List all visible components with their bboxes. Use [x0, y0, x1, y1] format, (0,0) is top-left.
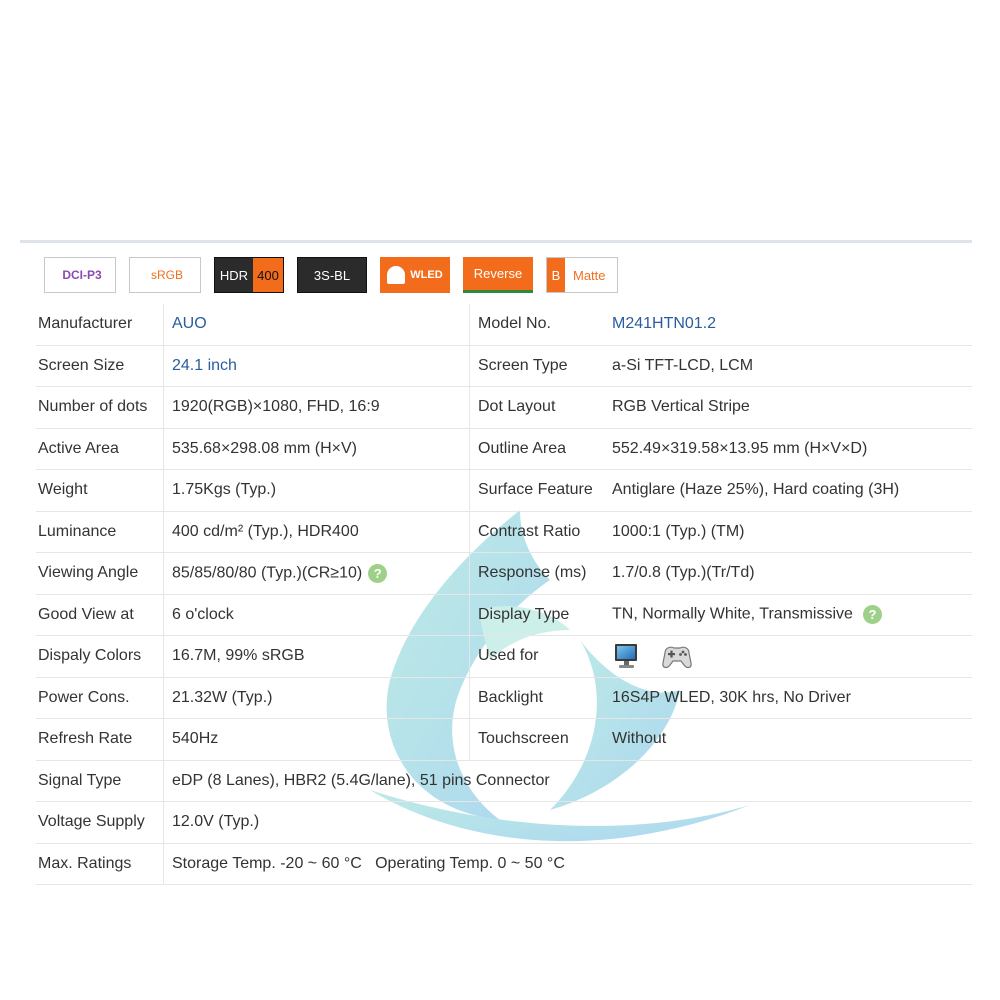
table-row: Viewing Angle 85/85/80/80 (Typ.)(CR≥10)?…	[36, 552, 972, 595]
spec-label: Refresh Rate	[36, 718, 164, 761]
dci-p3-badge: DCI-P3	[44, 257, 116, 293]
manufacturer-link[interactable]: AUO	[163, 304, 470, 346]
srgb-label: sRGB	[150, 268, 183, 282]
dci-p3-label: DCI-P3	[62, 268, 102, 282]
spec-value: 400 cd/m² (Typ.), HDR400	[163, 511, 470, 553]
spec-label: Model No.	[469, 304, 604, 346]
table-row: Luminance 400 cd/m² (Typ.), HDR400 Contr…	[36, 511, 972, 553]
table-row: Weight 1.75Kgs (Typ.) Surface Feature An…	[36, 469, 972, 512]
spec-label: Voltage Supply	[36, 801, 164, 844]
spec-label: Screen Size	[36, 345, 164, 387]
hdr-400-label: 400	[253, 258, 283, 292]
spec-value: 21.32W (Typ.)	[163, 677, 470, 719]
table-row: Dispaly Colors 16.7M, 99% sRGB Used for	[36, 635, 972, 678]
table-row: Active Area 535.68×298.08 mm (H×V) Outli…	[36, 428, 972, 470]
reverse-badge: Reverse	[463, 257, 533, 293]
spec-label: Dot Layout	[469, 386, 604, 429]
matte-badge: B Matte	[546, 257, 618, 293]
table-row: Max. Ratings Storage Temp. -20 ~ 60 °C O…	[36, 843, 972, 885]
spec-label: Max. Ratings	[36, 843, 164, 885]
spec-label: Response (ms)	[469, 552, 604, 595]
spec-label: Screen Type	[469, 345, 604, 387]
spec-value: 1.75Kgs (Typ.)	[163, 469, 470, 512]
spec-label: Luminance	[36, 511, 164, 553]
spec-label: Active Area	[36, 428, 164, 470]
hdr-label: HDR	[219, 267, 249, 283]
spec-value: 12.0V (Typ.)	[163, 801, 972, 844]
table-row: Screen Size 24.1 inch Screen Type a-Si T…	[36, 345, 972, 387]
spec-label: Touchscreen	[469, 718, 604, 761]
spec-label: Good View at	[36, 594, 164, 636]
hdr-400-badge: HDR 400	[214, 257, 284, 293]
reverse-label: Reverse	[473, 266, 523, 281]
spec-label: Backlight	[469, 677, 604, 719]
spec-label: Dispaly Colors	[36, 635, 164, 678]
spec-value: 16S4P WLED, 30K hrs, No Driver	[604, 677, 972, 719]
table-row: Power Cons. 21.32W (Typ.) Backlight 16S4…	[36, 677, 972, 719]
spec-label: Weight	[36, 469, 164, 512]
led-icon	[387, 266, 406, 284]
spec-value: Antiglare (Haze 25%), Hard coating (3H)	[604, 469, 972, 512]
spec-value: TN, Normally White, Transmissive	[612, 605, 853, 623]
spec-value: 16.7M, 99% sRGB	[163, 635, 470, 678]
matte-label: Matte	[573, 267, 606, 283]
table-row: Good View at 6 o'clock Display Type TN, …	[36, 594, 972, 636]
spec-label: Number of dots	[36, 386, 164, 429]
spec-card: DCI-P3 sRGB HDR 400 3S-BL WLED Reverse B…	[20, 240, 972, 890]
wled-label: WLED	[410, 269, 443, 281]
top-divider	[20, 240, 972, 243]
spec-value: 540Hz	[163, 718, 470, 761]
spec-value: 535.68×298.08 mm (H×V)	[163, 428, 470, 470]
spec-label: Display Type	[469, 594, 604, 636]
spec-label: Contrast Ratio	[469, 511, 604, 553]
monitor-icon	[615, 644, 637, 669]
spec-value: 552.49×319.58×13.95 mm (H×V×D)	[604, 428, 972, 470]
spec-label: Signal Type	[36, 760, 164, 802]
srgb-badge: sRGB	[129, 257, 201, 293]
matte-icon-letter: B	[547, 258, 565, 292]
3s-bl-badge: 3S-BL	[297, 257, 367, 293]
spec-value: 85/85/80/80 (Typ.)(CR≥10)	[172, 564, 363, 582]
spec-value: 1000:1 (Typ.) (TM)	[604, 511, 972, 553]
spec-label: Surface Feature	[469, 469, 604, 512]
spec-table: Manufacturer AUO Model No. M241HTN01.2 S…	[36, 304, 972, 885]
spec-value: Without	[604, 718, 972, 761]
table-row: Manufacturer AUO Model No. M241HTN01.2	[36, 304, 972, 346]
spec-label: Outline Area	[469, 428, 604, 470]
spec-label: Manufacturer	[36, 304, 164, 346]
help-icon[interactable]: ?	[862, 605, 882, 625]
spec-label: Power Cons.	[36, 677, 164, 719]
used-for-icons	[604, 635, 972, 678]
help-icon[interactable]: ?	[368, 563, 388, 583]
screen-size-link[interactable]: 24.1 inch	[163, 345, 470, 387]
table-row: Voltage Supply 12.0V (Typ.)	[36, 801, 972, 844]
gamepad-icon	[662, 646, 693, 669]
model-no-link[interactable]: M241HTN01.2	[604, 304, 972, 346]
spec-value: Storage Temp. -20 ~ 60 °C Operating Temp…	[163, 843, 972, 885]
wled-badge: WLED	[380, 257, 450, 293]
spec-value: 6 o'clock	[163, 594, 470, 636]
feature-badges: DCI-P3 sRGB HDR 400 3S-BL WLED Reverse B…	[44, 256, 631, 294]
spec-value: eDP (8 Lanes), HBR2 (5.4G/lane), 51 pins…	[163, 760, 972, 802]
spec-label: Viewing Angle	[36, 552, 164, 595]
table-row: Signal Type eDP (8 Lanes), HBR2 (5.4G/la…	[36, 760, 972, 802]
3s-bl-label: 3S-BL	[313, 267, 351, 283]
spec-value-cell: TN, Normally White, Transmissive?	[604, 594, 972, 636]
table-row: Refresh Rate 540Hz Touchscreen Without	[36, 718, 972, 761]
spec-value: 1.7/0.8 (Typ.)(Tr/Td)	[604, 552, 972, 595]
spec-value: RGB Vertical Stripe	[604, 386, 972, 429]
table-row: Number of dots 1920(RGB)×1080, FHD, 16:9…	[36, 386, 972, 429]
spec-value: 1920(RGB)×1080, FHD, 16:9	[163, 386, 470, 429]
spec-label: Used for	[469, 635, 604, 678]
spec-value-cell: 85/85/80/80 (Typ.)(CR≥10)?	[163, 552, 470, 595]
spec-value: a-Si TFT-LCD, LCM	[604, 345, 972, 387]
